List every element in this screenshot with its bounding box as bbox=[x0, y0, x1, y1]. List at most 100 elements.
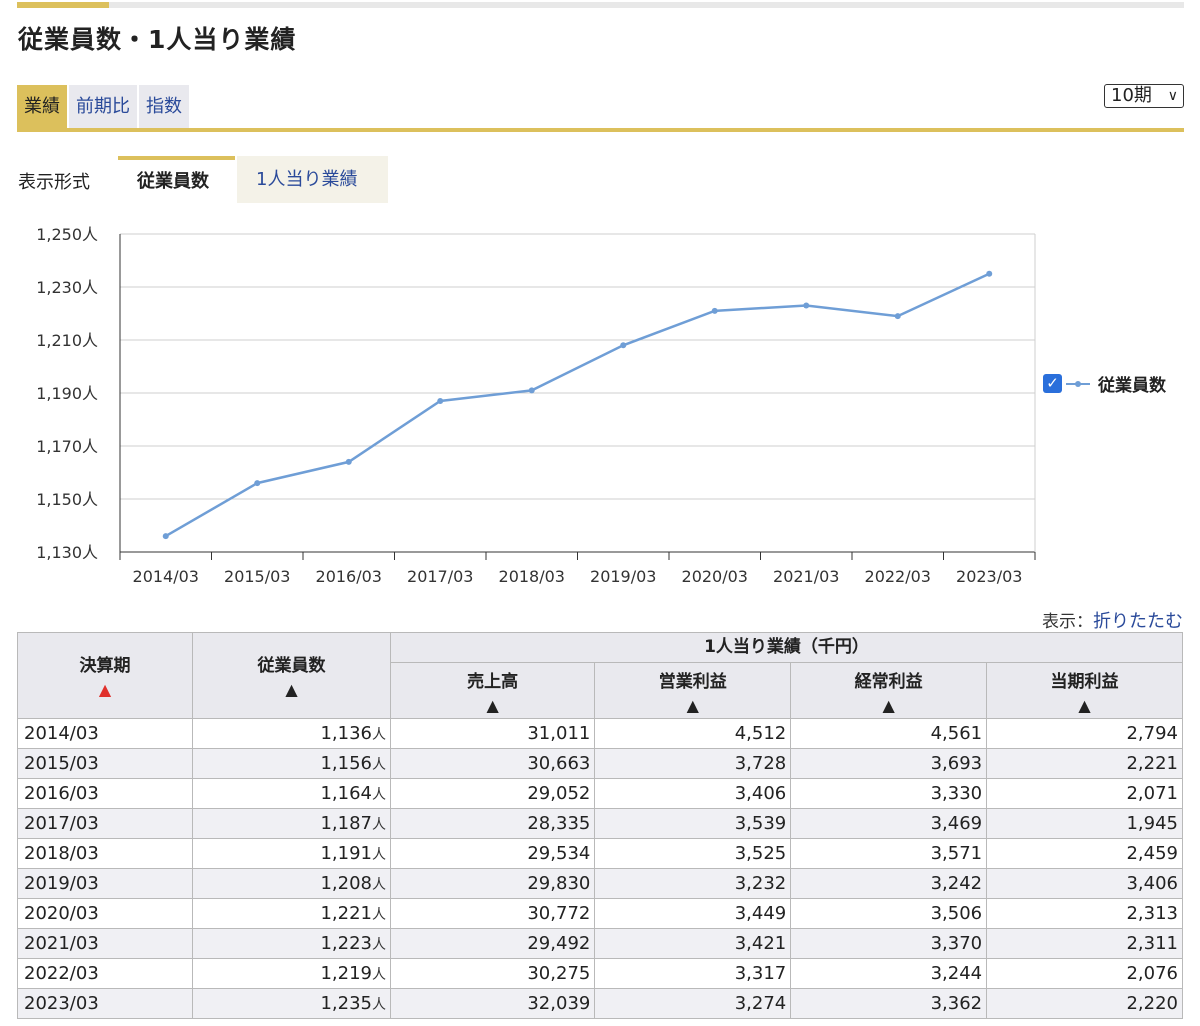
header-sales[interactable]: 売上高 ▲ bbox=[389, 662, 596, 719]
sort-icon[interactable]: ▲ bbox=[391, 696, 594, 715]
data-point bbox=[345, 458, 352, 465]
cell-operating: 3,421 bbox=[594, 928, 792, 959]
cell-ordinary: 3,693 bbox=[790, 748, 988, 779]
top-accent-bar bbox=[17, 2, 1184, 8]
cell-employees: 1,235人 bbox=[192, 988, 391, 1019]
x-tick-label: 2014/03 bbox=[133, 567, 199, 586]
cell-net: 2,220 bbox=[986, 988, 1183, 1019]
cell-net: 2,221 bbox=[986, 748, 1183, 779]
header-net[interactable]: 当期利益 ▲ bbox=[986, 662, 1183, 719]
table-row: 2020/03 1,221人 30,772 3,449 3,506 2,313 bbox=[17, 898, 1183, 929]
cell-net: 2,313 bbox=[986, 898, 1183, 929]
per-person-table: 決算期 ▲ 従業員数 ▲ 1人当り業績（千円） 売上高 ▲ 営業利益 ▲ 経常利… bbox=[17, 632, 1183, 1019]
collapse-link[interactable]: 折りたたむ bbox=[1093, 611, 1183, 632]
display-label: 表示： bbox=[1042, 612, 1093, 632]
period-select[interactable]: 10期 ∨ bbox=[1104, 84, 1184, 108]
cell-employees-value: 1,235 bbox=[320, 993, 372, 1014]
cell-ordinary: 4,561 bbox=[790, 718, 988, 749]
cell-period-value: 2021/03 bbox=[24, 933, 99, 954]
cell-operating-value: 3,421 bbox=[734, 933, 787, 954]
cell-employees: 1,136人 bbox=[192, 718, 391, 749]
cell-ordinary-value: 3,242 bbox=[930, 873, 983, 894]
cell-net-value: 2,313 bbox=[1126, 903, 1178, 924]
x-tick-label: 2021/03 bbox=[773, 567, 839, 586]
data-point bbox=[254, 480, 261, 487]
header-employees[interactable]: 従業員数 ▲ bbox=[192, 632, 391, 719]
cell-sales: 32,039 bbox=[389, 988, 596, 1019]
sort-asc-icon[interactable]: ▲ bbox=[18, 680, 192, 699]
cell-net-value: 3,406 bbox=[1126, 873, 1178, 894]
cell-employees-value: 1,219 bbox=[320, 963, 372, 984]
cell-net-value: 2,076 bbox=[1126, 963, 1178, 984]
y-tick-label: 1,230人 bbox=[36, 278, 98, 297]
cell-operating: 4,512 bbox=[594, 718, 792, 749]
cell-period-value: 2023/03 bbox=[24, 993, 99, 1014]
cell-operating-value: 3,525 bbox=[734, 843, 787, 864]
sort-icon[interactable]: ▲ bbox=[193, 680, 390, 699]
legend-series-label: 従業員数 bbox=[1098, 376, 1166, 396]
cell-net: 1,945 bbox=[986, 808, 1183, 839]
unit-label: 人 bbox=[372, 997, 386, 1013]
table-row: 2018/03 1,191人 29,534 3,525 3,571 2,459 bbox=[17, 838, 1183, 869]
header-ordinary[interactable]: 経常利益 ▲ bbox=[790, 662, 988, 719]
cell-employees: 1,156人 bbox=[192, 748, 391, 779]
header-operating[interactable]: 営業利益 ▲ bbox=[594, 662, 792, 719]
x-tick-label: 2023/03 bbox=[956, 567, 1022, 586]
cell-operating-value: 3,232 bbox=[734, 873, 787, 894]
table-row: 2017/03 1,187人 28,335 3,539 3,469 1,945 bbox=[17, 808, 1183, 839]
cell-operating-value: 3,449 bbox=[734, 903, 787, 924]
sort-icon[interactable]: ▲ bbox=[791, 696, 986, 715]
tab-yoy[interactable]: 前期比 bbox=[69, 85, 137, 128]
cell-sales: 30,772 bbox=[389, 898, 596, 929]
cell-period-value: 2019/03 bbox=[24, 873, 99, 894]
page-title: 従業員数・1人当り業績 bbox=[18, 25, 297, 54]
tab-performance[interactable]: 業績 bbox=[17, 85, 67, 128]
cell-operating: 3,525 bbox=[594, 838, 792, 869]
y-tick-label: 1,130人 bbox=[36, 543, 98, 562]
x-tick-label: 2022/03 bbox=[865, 567, 931, 586]
cell-sales-value: 32,039 bbox=[527, 993, 591, 1014]
cell-ordinary: 3,242 bbox=[790, 868, 988, 899]
x-tick-label: 2016/03 bbox=[316, 567, 382, 586]
cell-ordinary-value: 3,362 bbox=[930, 993, 983, 1014]
sort-icon[interactable]: ▲ bbox=[595, 696, 790, 715]
cell-sales-value: 31,011 bbox=[527, 723, 591, 744]
format-tab-per-person[interactable]: 1人当り業績 bbox=[237, 156, 388, 203]
cell-sales-value: 30,772 bbox=[527, 903, 591, 924]
cell-ordinary-value: 3,693 bbox=[930, 753, 983, 774]
table-row: 2015/03 1,156人 30,663 3,728 3,693 2,221 bbox=[17, 748, 1183, 779]
cell-net: 2,311 bbox=[986, 928, 1183, 959]
cell-employees: 1,223人 bbox=[192, 928, 391, 959]
data-point bbox=[528, 387, 535, 394]
tab-index[interactable]: 指数 bbox=[139, 85, 189, 128]
y-tick-label: 1,170人 bbox=[36, 437, 98, 456]
data-point bbox=[803, 302, 810, 309]
cell-ordinary: 3,362 bbox=[790, 988, 988, 1019]
x-tick-label: 2019/03 bbox=[590, 567, 656, 586]
cell-operating-value: 3,539 bbox=[734, 813, 787, 834]
cell-net: 2,459 bbox=[986, 838, 1183, 869]
sort-icon[interactable]: ▲ bbox=[987, 696, 1182, 715]
chevron-down-icon: ∨ bbox=[1167, 88, 1178, 104]
cell-operating-value: 3,728 bbox=[734, 753, 787, 774]
unit-label: 人 bbox=[372, 877, 386, 893]
cell-employees-value: 1,221 bbox=[320, 903, 372, 924]
legend-checkbox[interactable]: ✓ bbox=[1043, 374, 1062, 393]
data-point bbox=[894, 313, 901, 320]
cell-employees-value: 1,223 bbox=[320, 933, 372, 954]
legend-line-marker bbox=[1066, 380, 1090, 387]
cell-net-value: 2,220 bbox=[1126, 993, 1178, 1014]
chart-legend: ✓ 従業員数 bbox=[1043, 371, 1166, 396]
cell-net: 2,071 bbox=[986, 778, 1183, 809]
cell-ordinary: 3,330 bbox=[790, 778, 988, 809]
cell-ordinary: 3,469 bbox=[790, 808, 988, 839]
format-tab-employees[interactable]: 従業員数 bbox=[118, 156, 235, 203]
cell-operating: 3,449 bbox=[594, 898, 792, 929]
cell-employees: 1,187人 bbox=[192, 808, 391, 839]
header-net-label: 当期利益 bbox=[1050, 672, 1119, 692]
cell-sales-value: 29,534 bbox=[527, 843, 591, 864]
cell-sales: 29,492 bbox=[389, 928, 596, 959]
cell-period-value: 2022/03 bbox=[24, 963, 99, 984]
header-period[interactable]: 決算期 ▲ bbox=[17, 632, 193, 719]
cell-ordinary: 3,370 bbox=[790, 928, 988, 959]
